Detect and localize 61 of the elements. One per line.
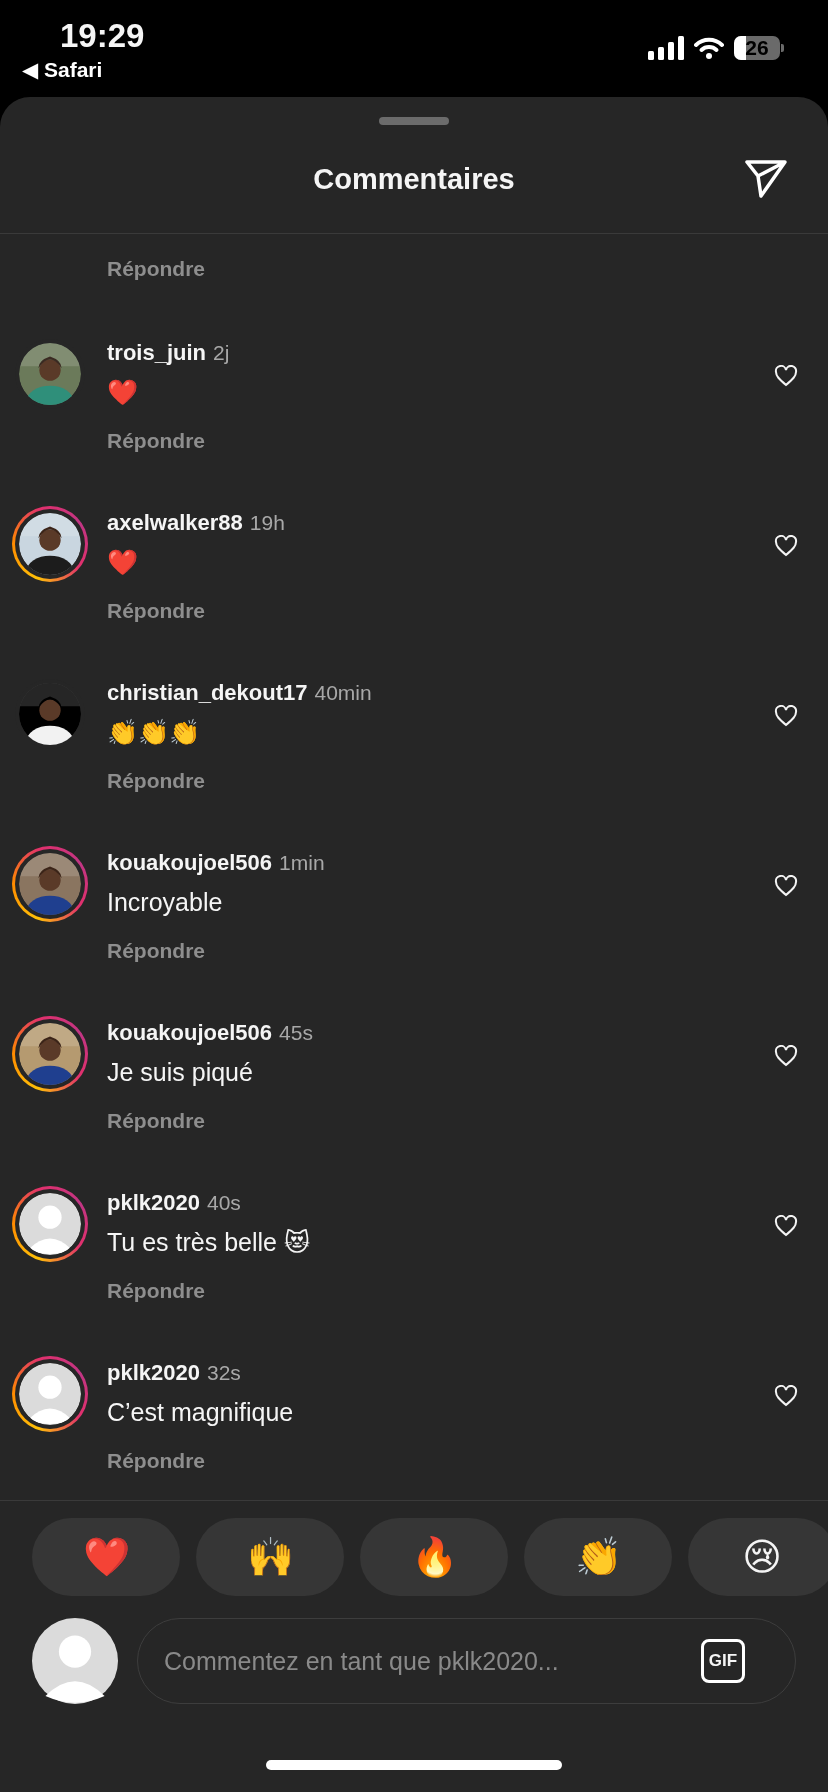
reply-link[interactable]: Répondre <box>107 766 205 796</box>
like-button[interactable] <box>774 705 798 727</box>
username-link[interactable]: kouakoujoel506 <box>107 850 273 876</box>
reply-link[interactable]: Répondre <box>107 936 205 966</box>
sheet-title: Commentaires <box>313 162 515 196</box>
username-link[interactable]: kouakoujoel506 <box>107 1020 273 1046</box>
status-time: 19:29 <box>60 16 145 56</box>
share-button[interactable] <box>744 159 788 199</box>
reply-link[interactable]: Répondre <box>107 1276 205 1306</box>
comment-time: 40s <box>206 1190 241 1216</box>
heart-icon <box>774 1385 798 1407</box>
back-to-safari-link[interactable]: ◀ Safari <box>22 56 103 84</box>
like-button[interactable] <box>774 875 798 897</box>
comment-time: 45s <box>279 1020 313 1046</box>
comment-text: C’est magnifique <box>107 1397 294 1428</box>
username-link[interactable]: axelwalker88 <box>107 510 243 536</box>
comment-time: 1min <box>279 850 325 876</box>
heart-icon <box>774 365 798 387</box>
emoji-reaction-button[interactable]: ❤ <box>32 1518 180 1596</box>
emoji-reaction-button[interactable]: 🔥 <box>360 1518 508 1596</box>
username-link[interactable]: pklk2020 <box>107 1190 200 1216</box>
emoji-reaction-button[interactable]: 😢 <box>688 1518 828 1596</box>
comment-time: 19h <box>249 510 285 536</box>
gif-button[interactable]: GIF <box>701 1639 745 1683</box>
heart-icon <box>774 875 798 897</box>
emoji-reaction-button[interactable]: 👏 <box>524 1518 672 1596</box>
reply-link[interactable]: Répondre <box>107 1106 205 1136</box>
heart-icon <box>774 1045 798 1067</box>
heart-icon <box>774 535 798 557</box>
username-link[interactable]: pklk2020 <box>107 1360 200 1386</box>
like-button[interactable] <box>774 1385 798 1407</box>
reply-link[interactable]: Répondre <box>107 426 205 456</box>
heart-icon <box>774 705 798 727</box>
paper-plane-icon <box>744 159 788 199</box>
username-link[interactable]: christian_dekout17 <box>107 680 308 706</box>
comment-text: Incroyable <box>107 887 223 918</box>
like-button[interactable] <box>774 1215 798 1237</box>
comment-text: Je suis piqué <box>107 1057 253 1088</box>
like-button[interactable] <box>774 535 798 557</box>
comment-time: 2j <box>213 340 230 366</box>
wifi-icon <box>694 37 724 59</box>
reply-link[interactable]: Répondre <box>107 1446 205 1476</box>
like-button[interactable] <box>774 1045 798 1067</box>
heart-icon <box>774 1215 798 1237</box>
battery-indicator: 26 <box>734 36 780 60</box>
drag-handle[interactable] <box>379 117 449 125</box>
comment-text: ❤ <box>107 377 138 408</box>
reply-link[interactable]: Répondre <box>107 254 205 284</box>
comment-text: ❤ <box>107 547 138 578</box>
reply-link[interactable]: Répondre <box>107 596 205 626</box>
comment-text: 👏👏👏 <box>107 717 200 748</box>
username-link[interactable]: trois_juin <box>107 340 206 366</box>
default-avatar-icon <box>32 1618 118 1704</box>
comment-time: 32s <box>206 1360 241 1386</box>
comment-time: 40min <box>314 680 372 706</box>
default-avatar-icon <box>19 1363 81 1425</box>
emoji-reaction-button[interactable]: 🙌 <box>196 1518 344 1596</box>
like-button[interactable] <box>774 365 798 387</box>
signal-icon <box>648 36 684 60</box>
default-avatar-icon <box>19 1193 81 1255</box>
comment-text: Tu es très belle 😻 <box>107 1227 310 1258</box>
